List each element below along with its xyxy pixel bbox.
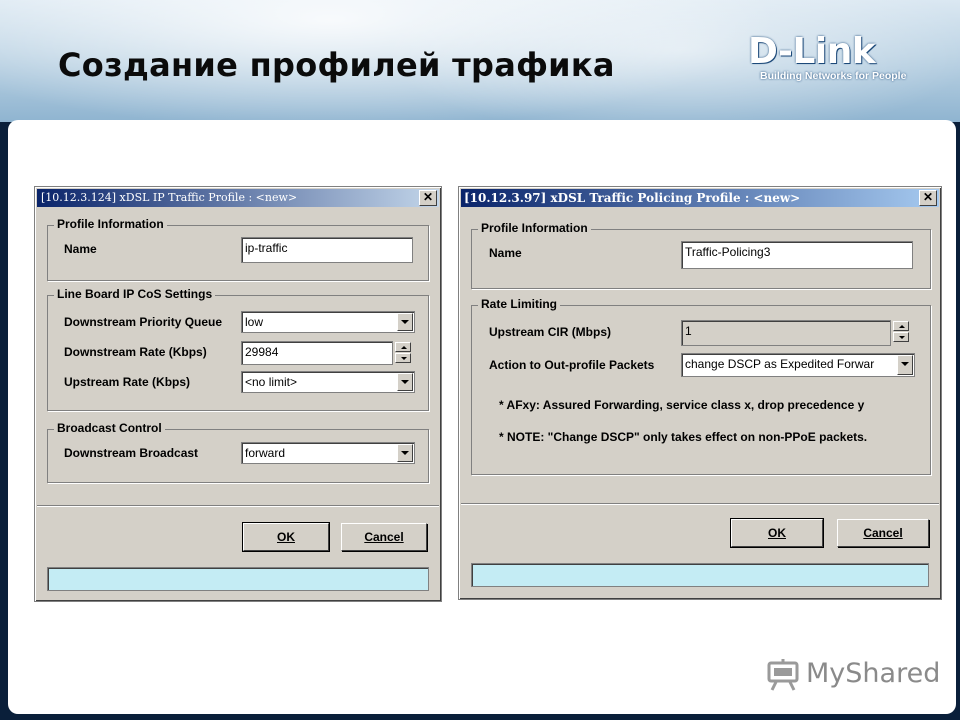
button-label: Cancel [863, 526, 903, 540]
divider [461, 503, 939, 505]
group-legend: Broadcast Control [54, 421, 165, 435]
upstream-cir-input[interactable]: 1 [681, 320, 891, 346]
name-input[interactable]: ip-traffic [241, 237, 413, 263]
downstream-rate-input[interactable]: 29984 [241, 341, 393, 365]
downstream-broadcast-label: Downstream Broadcast [64, 446, 199, 460]
af-note: * AFxy: Assured Forwarding, service clas… [499, 398, 865, 412]
name-label: Name [64, 242, 97, 256]
action-out-profile-select[interactable]: change DSCP as Expedited Forwar [681, 353, 915, 377]
stepper-up-icon[interactable] [893, 321, 909, 331]
status-bar [47, 567, 429, 591]
button-label: OK [277, 530, 295, 544]
watermark-text: MyShared [806, 658, 941, 689]
action-out-profile-label: Action to Out-profile Packets [489, 358, 655, 372]
close-icon[interactable]: ✕ [419, 190, 437, 206]
downstream-rate-label: Downstream Rate (Kbps) [64, 345, 207, 359]
chevron-down-icon[interactable] [397, 444, 413, 462]
stepper-down-icon[interactable] [395, 353, 411, 363]
divider [37, 505, 439, 507]
slide-header: Создание профилей трафика D-Link Buildin… [0, 0, 960, 122]
presentation-icon [767, 659, 799, 691]
dialog-title: [10.12.3.124] xDSL IP Traffic Profile : … [41, 191, 298, 204]
chevron-down-icon[interactable] [397, 373, 413, 391]
ok-button[interactable]: OK [242, 522, 330, 552]
stepper-down-icon[interactable] [893, 332, 909, 342]
cancel-button[interactable]: Cancel [837, 519, 929, 547]
name-input[interactable]: Traffic-Policing3 [681, 241, 913, 269]
upstream-rate-select[interactable]: <no limit> [241, 371, 415, 393]
downstream-queue-label: Downstream Priority Queue [64, 315, 223, 329]
group-legend: Profile Information [54, 217, 167, 231]
ok-button[interactable]: OK [730, 518, 824, 548]
group-legend: Profile Information [478, 221, 591, 235]
select-value: <no limit> [245, 375, 298, 389]
group-legend: Rate Limiting [478, 297, 561, 311]
traffic-policing-profile-dialog: [10.12.3.97] xDSL Traffic Policing Profi… [458, 186, 942, 600]
stepper-up-icon[interactable] [395, 342, 411, 352]
chevron-down-icon[interactable] [397, 313, 413, 331]
chevron-down-icon[interactable] [897, 355, 913, 375]
dialog-titlebar: [10.12.3.124] xDSL IP Traffic Profile : … [37, 189, 439, 207]
select-value: forward [245, 446, 286, 460]
upstream-rate-label: Upstream Rate (Kbps) [64, 375, 191, 389]
slide-title: Создание профилей трафика [58, 46, 615, 84]
name-label: Name [489, 246, 522, 260]
dialog-title: [10.12.3.97] xDSL Traffic Policing Profi… [464, 191, 801, 205]
close-icon[interactable]: ✕ [919, 190, 937, 206]
status-bar [471, 563, 929, 587]
downstream-rate-stepper[interactable] [395, 342, 411, 364]
dialog-titlebar: [10.12.3.97] xDSL Traffic Policing Profi… [461, 189, 939, 207]
dscp-note: * NOTE: "Change DSCP" only takes effect … [499, 430, 868, 444]
dlink-logo: D-Link Building Networks for People [748, 32, 920, 88]
logo-tagline: Building Networks for People [760, 70, 907, 82]
select-value: low [245, 315, 264, 329]
button-label: Cancel [364, 530, 404, 544]
downstream-queue-select[interactable]: low [241, 311, 415, 333]
upstream-cir-label: Upstream CIR (Mbps) [489, 325, 612, 339]
logo-brand: D-Link [748, 31, 876, 72]
upstream-cir-stepper[interactable] [893, 321, 909, 345]
downstream-broadcast-select[interactable]: forward [241, 442, 415, 464]
group-legend: Line Board IP CoS Settings [54, 287, 216, 301]
ip-traffic-profile-dialog: [10.12.3.124] xDSL IP Traffic Profile : … [34, 186, 442, 602]
select-value: change DSCP as Expedited Forwar [685, 357, 875, 371]
cancel-button[interactable]: Cancel [341, 523, 427, 551]
button-label: OK [768, 526, 786, 540]
myshared-watermark: MyShared [766, 656, 940, 696]
